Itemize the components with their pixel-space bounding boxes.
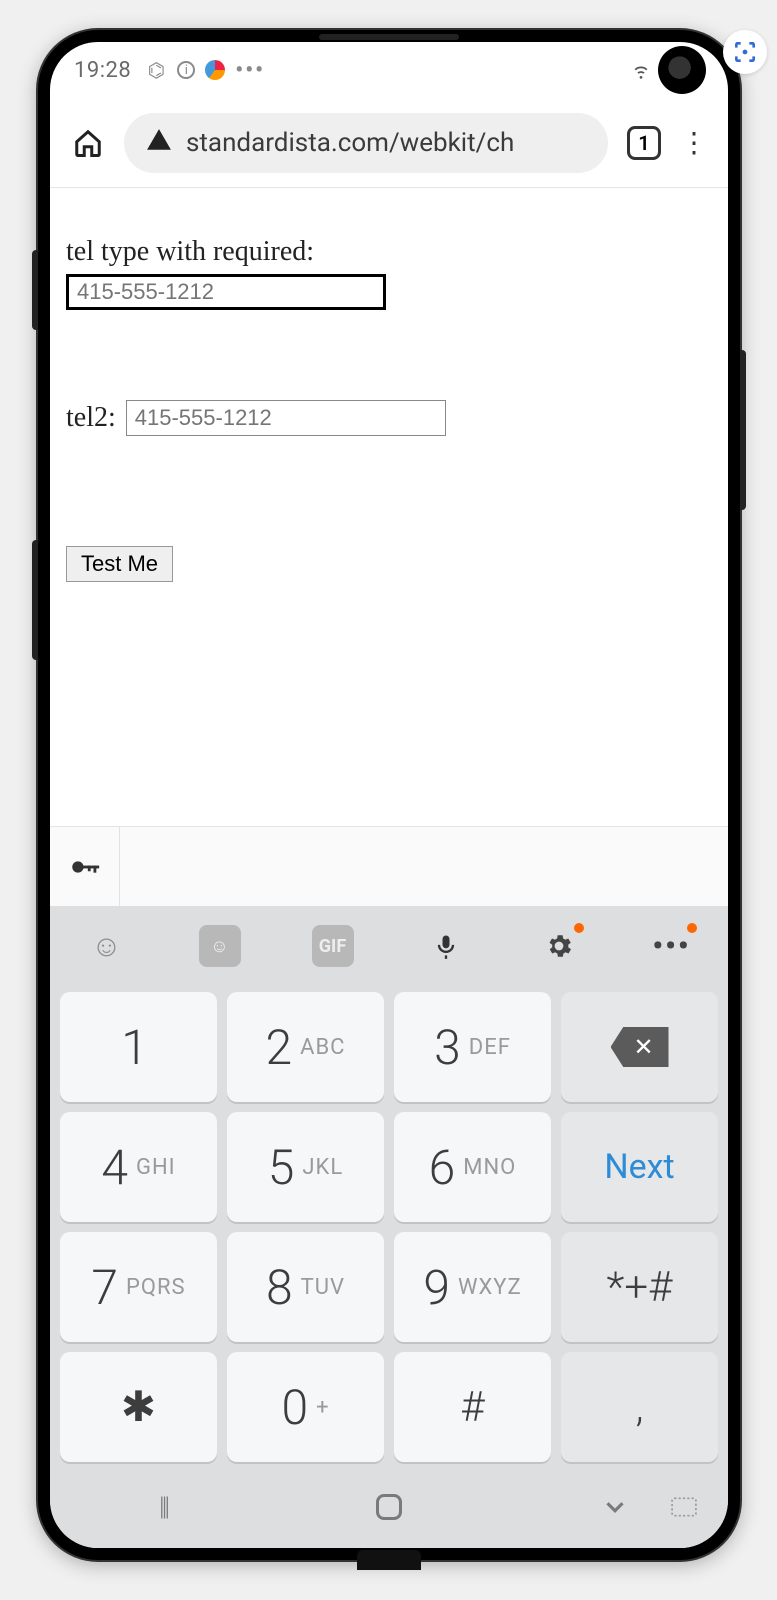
ime-suggestion-bar bbox=[50, 826, 728, 906]
key-6[interactable]: 6MNO bbox=[394, 1112, 551, 1222]
screen: 19:28 ⌬ i ••• bbox=[50, 42, 728, 1548]
speaker-grill bbox=[319, 34, 459, 40]
volume-button bbox=[32, 250, 38, 330]
emoji-icon[interactable]: ☺ bbox=[86, 925, 128, 967]
key-backspace[interactable]: ✕ bbox=[561, 992, 718, 1102]
keyboard-toolbar: ☺ ☺ GIF ••• bbox=[50, 906, 728, 986]
tel1-label: tel type with required: bbox=[66, 236, 712, 268]
system-nav-bar: ||| bbox=[50, 1472, 728, 1542]
key-hash[interactable]: # bbox=[394, 1352, 551, 1462]
url-text: standardista.com/webkit/ch bbox=[186, 128, 514, 158]
screenshot-lens-button[interactable] bbox=[723, 30, 767, 74]
home-nav-button[interactable] bbox=[369, 1494, 409, 1520]
key-8[interactable]: 8TUV bbox=[227, 1232, 384, 1342]
keyboard-more-icon[interactable]: ••• bbox=[651, 925, 693, 967]
back-button[interactable] bbox=[595, 1492, 635, 1522]
on-screen-keyboard: ☺ ☺ GIF ••• 1 2ABC 3DEF ✕ 4GHI 5JKL bbox=[50, 906, 728, 1548]
tel2-input[interactable] bbox=[126, 400, 446, 436]
status-bar: 19:28 ⌬ i ••• bbox=[50, 42, 728, 98]
key-1[interactable]: 1 bbox=[60, 992, 217, 1102]
browser-toolbar: standardista.com/webkit/ch 1 ⋮ bbox=[50, 98, 728, 188]
android-debug-icon: ⌬ bbox=[145, 59, 167, 81]
address-bar[interactable]: standardista.com/webkit/ch bbox=[124, 113, 608, 173]
password-key-icon[interactable] bbox=[50, 827, 120, 906]
tabs-button[interactable]: 1 bbox=[626, 125, 662, 161]
usb-cable bbox=[357, 1550, 421, 1570]
bixby-button bbox=[32, 540, 38, 660]
suggestion-area[interactable] bbox=[120, 827, 728, 906]
recents-button[interactable]: ||| bbox=[143, 1492, 183, 1522]
overflow-menu-button[interactable]: ⋮ bbox=[680, 126, 708, 159]
clock: 19:28 bbox=[74, 58, 131, 83]
tel2-label: tel2: bbox=[66, 402, 116, 434]
key-3[interactable]: 3DEF bbox=[394, 992, 551, 1102]
insecure-site-icon bbox=[146, 127, 172, 159]
sticker-icon[interactable]: ☺ bbox=[199, 925, 241, 967]
tab-count: 1 bbox=[638, 131, 649, 155]
tel1-input[interactable] bbox=[66, 274, 386, 310]
key-star[interactable]: ✱ bbox=[60, 1352, 217, 1462]
wifi-icon bbox=[630, 59, 652, 81]
key-4[interactable]: 4GHI bbox=[60, 1112, 217, 1222]
test-me-button[interactable]: Test Me bbox=[66, 546, 173, 582]
keypad-grid: 1 2ABC 3DEF ✕ 4GHI 5JKL 6MNO Next 7PQRS … bbox=[50, 986, 728, 1472]
page-content: tel type with required: tel2: Test Me bbox=[50, 188, 728, 826]
home-button[interactable] bbox=[70, 125, 106, 161]
voice-input-icon[interactable] bbox=[425, 925, 467, 967]
gif-icon[interactable]: GIF bbox=[312, 925, 354, 967]
power-button bbox=[740, 350, 746, 510]
keyboard-settings-icon[interactable] bbox=[538, 925, 580, 967]
key-7[interactable]: 7PQRS bbox=[60, 1232, 217, 1342]
front-camera bbox=[658, 46, 706, 94]
more-notifications-icon: ••• bbox=[235, 58, 265, 83]
key-next[interactable]: Next bbox=[561, 1112, 718, 1222]
key-2[interactable]: 2ABC bbox=[227, 992, 384, 1102]
key-5[interactable]: 5JKL bbox=[227, 1112, 384, 1222]
key-0[interactable]: 0+ bbox=[227, 1352, 384, 1462]
keyboard-switch-button[interactable] bbox=[664, 1497, 704, 1517]
phone-frame: 19:28 ⌬ i ••• bbox=[38, 30, 740, 1560]
info-icon: i bbox=[177, 61, 195, 79]
key-9[interactable]: 9WXYZ bbox=[394, 1232, 551, 1342]
key-comma[interactable]: , bbox=[561, 1352, 718, 1462]
app-notification-icon bbox=[205, 60, 225, 80]
backspace-icon: ✕ bbox=[611, 1027, 669, 1067]
key-symbols[interactable]: *+# bbox=[561, 1232, 718, 1342]
